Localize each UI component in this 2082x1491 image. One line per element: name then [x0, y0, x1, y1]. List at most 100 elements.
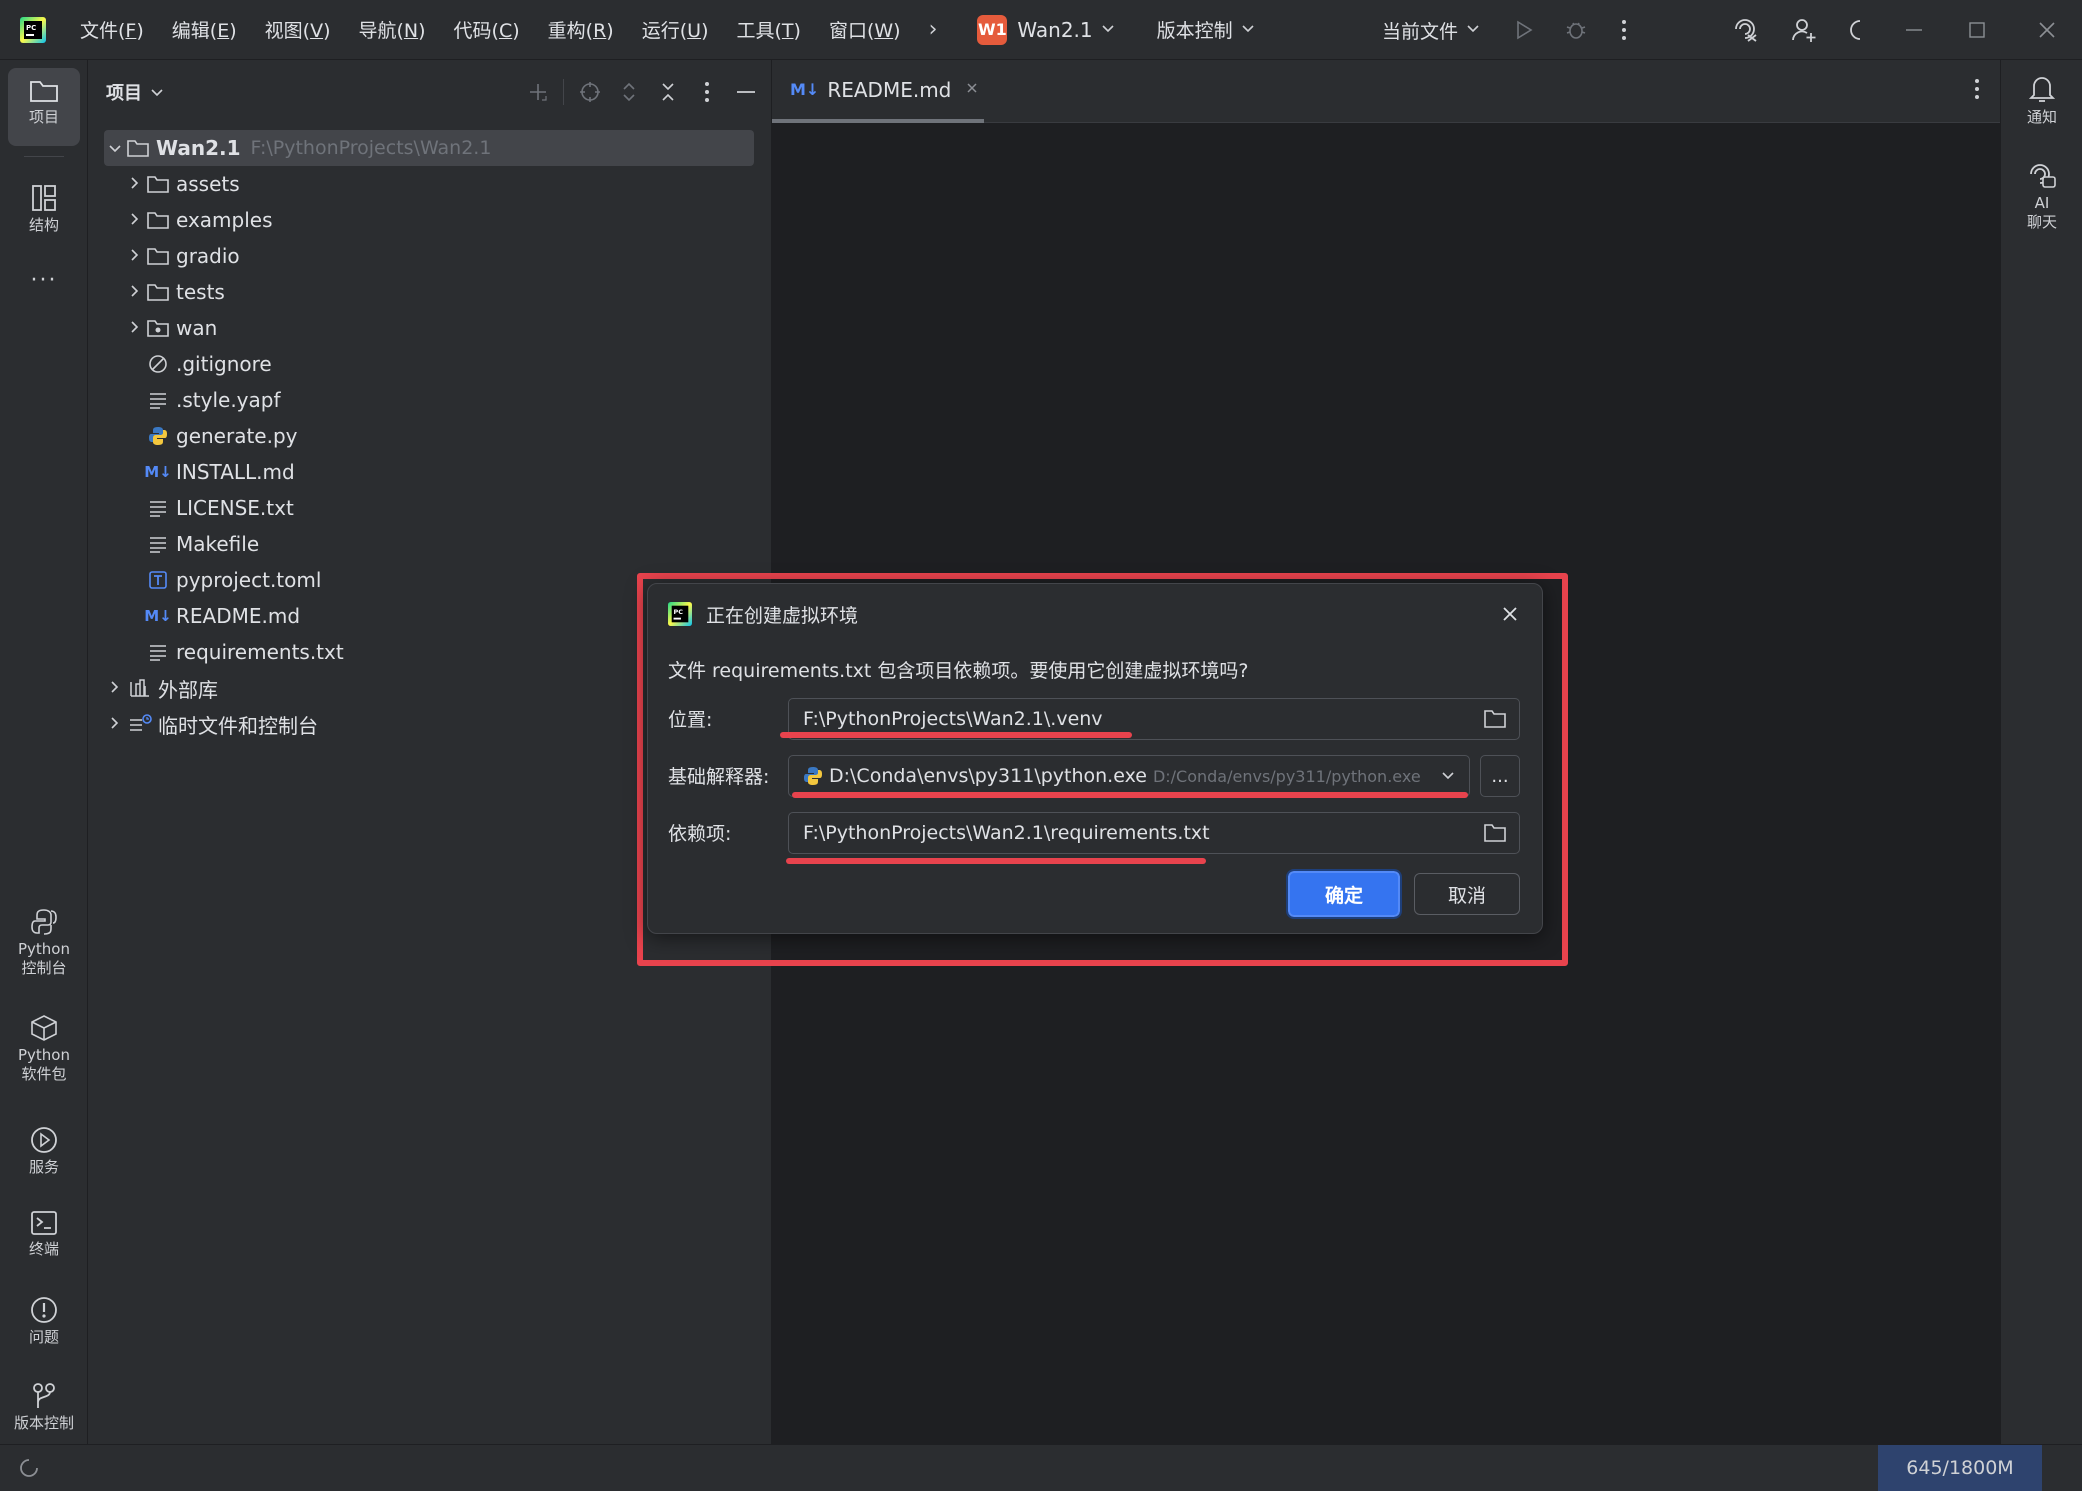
collapsed-chevron-icon[interactable] — [124, 247, 146, 266]
collapsed-chevron-icon[interactable] — [124, 319, 146, 338]
interpreter-value: D:\Conda\envs\py311\python.exe — [829, 765, 1147, 787]
hide-panel-icon[interactable] — [726, 72, 765, 112]
tree-item-license-txt[interactable]: LICENSE.txt — [146, 490, 294, 526]
expand-all-icon[interactable] — [609, 72, 648, 112]
run-config-selector[interactable]: 当前文件 — [1382, 17, 1458, 44]
collapsed-chevron-icon[interactable] — [124, 175, 146, 194]
dialog-close-icon[interactable] — [1492, 596, 1528, 632]
tool-ai-chat-button[interactable]: AI 聊天 — [2001, 162, 2082, 232]
project-selector-chevron-icon[interactable] — [1101, 22, 1115, 38]
tool-more-button[interactable]: ··· — [8, 268, 80, 308]
tool-project-button[interactable]: 项目 — [8, 68, 80, 146]
tree-item-requirements-txt[interactable]: requirements.txt — [146, 634, 344, 670]
panel-options-icon[interactable] — [687, 72, 726, 112]
tree-item-install-md[interactable]: M↓ INSTALL.md — [144, 454, 294, 490]
run-config-chevron-icon[interactable] — [1466, 22, 1480, 38]
new-file-icon[interactable] — [518, 72, 557, 112]
menu-item-n[interactable]: 导航(N) — [358, 16, 425, 43]
tree-item-gradio[interactable]: gradio — [124, 238, 240, 274]
interpreter-dropdown-chevron-icon[interactable] — [1441, 766, 1455, 785]
tool-project-label: 项目 — [28, 108, 59, 126]
vcs-selector[interactable]: 版本控制 — [1157, 16, 1233, 43]
tab-readme[interactable]: M↓ README.md — [772, 60, 984, 123]
pycharm-logo-icon: PC — [668, 602, 692, 626]
maximize-window-icon[interactable] — [1942, 10, 2012, 50]
tree-item-makefile[interactable]: Makefile — [146, 526, 259, 562]
add-user-icon[interactable] — [1784, 10, 1824, 50]
tree-item-label: wan — [176, 316, 218, 340]
locate-file-icon[interactable] — [570, 72, 609, 112]
memory-indicator[interactable]: 645/1800M — [1878, 1445, 2042, 1491]
title-bar: PC 文件(F) 编辑(E) 视图(V) 导航(N) 代码(C) 重构(R) 运行(U) 工具… — [0, 0, 2082, 60]
tool-notifications-button[interactable]: 通知 — [2001, 74, 2082, 127]
editor-tabs-more-icon[interactable] — [1974, 78, 1980, 106]
collapsed-chevron-icon[interactable] — [104, 679, 126, 698]
tree-item-gitignore[interactable]: .gitignore — [146, 346, 272, 382]
cancel-button[interactable]: 取消 — [1414, 873, 1520, 915]
ai-chat-icon — [2030, 164, 2056, 188]
tree-external-libraries[interactable]: 外部库 — [104, 670, 218, 706]
folder-icon — [146, 245, 170, 267]
interpreter-browse-button[interactable]: ... — [1480, 755, 1520, 797]
menu-item-f[interactable]: 文件(F) — [80, 16, 144, 43]
menu-item-e[interactable]: 编辑(E) — [172, 16, 237, 43]
tool-python-packages-button[interactable]: Python 软件包 — [8, 1008, 80, 1104]
annotation-underline-interpreter — [792, 792, 1468, 798]
tree-item-examples[interactable]: examples — [124, 202, 273, 238]
tool-python-console-label: Python 控制台 — [18, 940, 70, 977]
collapsed-chevron-icon[interactable] — [124, 211, 146, 230]
collapse-all-icon[interactable] — [648, 72, 687, 112]
menu-item-c[interactable]: 代码(C) — [454, 16, 520, 43]
more-actions-icon[interactable] — [1604, 10, 1644, 50]
tree-item-tests[interactable]: tests — [124, 274, 225, 310]
tree-item-assets[interactable]: assets — [124, 166, 240, 202]
expanded-chevron-icon[interactable] — [104, 139, 126, 158]
ok-button[interactable]: 确定 — [1286, 869, 1402, 919]
menu-item-t[interactable]: 工具(T) — [736, 16, 800, 43]
tool-vcs-button[interactable]: 版本控制 — [6, 1376, 82, 1450]
vcs-selector-chevron-icon[interactable] — [1241, 22, 1255, 38]
tool-problems-button[interactable]: 问题 — [8, 1290, 80, 1364]
tab-readme-label: README.md — [827, 77, 952, 102]
collapsed-chevron-icon[interactable] — [124, 283, 146, 302]
tool-structure-button[interactable]: 结构 — [8, 178, 80, 258]
browse-folder-icon[interactable] — [1483, 708, 1507, 735]
structure-icon — [32, 185, 56, 211]
tree-item-pyproject-toml[interactable]: pyproject.toml — [146, 562, 321, 598]
project-badge[interactable]: W1 — [977, 14, 1008, 45]
terminal-icon — [31, 1211, 57, 1235]
run-icon[interactable] — [1504, 10, 1544, 50]
tree-root-wan21[interactable]: Wan2.1 F:\PythonProjects\Wan2.1 — [104, 130, 754, 166]
tool-terminal-button[interactable]: 终端 — [8, 1204, 80, 1278]
dependencies-field[interactable]: F:\PythonProjects\Wan2.1\requirements.tx… — [788, 812, 1520, 854]
root-name: Wan2.1 — [156, 136, 241, 160]
folder-icon — [126, 137, 150, 159]
tree-item-readme-md[interactable]: M↓ README.md — [144, 598, 300, 634]
menu-item-v[interactable]: 视图(V) — [265, 16, 331, 43]
tab-close-icon[interactable] — [965, 79, 979, 100]
project-panel-title[interactable]: 项目 — [106, 79, 142, 105]
project-view-chevron-icon[interactable] — [150, 83, 164, 102]
tool-python-console-button[interactable]: Python 控制台 — [8, 902, 80, 998]
menu-item-u[interactable]: 运行(U) — [642, 16, 709, 43]
minimize-window-icon[interactable] — [1886, 10, 1942, 50]
theme-moon-icon[interactable] — [1836, 10, 1876, 50]
debug-icon[interactable] — [1556, 10, 1596, 50]
tool-vcs-label: 版本控制 — [13, 1414, 74, 1432]
tree-item-wan[interactable]: wan — [124, 310, 217, 346]
close-window-icon[interactable] — [2012, 10, 2082, 50]
project-selector-name[interactable]: Wan2.1 — [1017, 18, 1092, 42]
browse-folder-icon[interactable] — [1483, 822, 1507, 849]
menu-overflow-chevron-icon[interactable]: › — [929, 17, 938, 42]
tree-scratches-consoles[interactable]: 临时文件和控制台 — [104, 706, 318, 742]
pycharm-logo-icon[interactable]: PC — [20, 16, 46, 43]
menu-item-r[interactable]: 重构(R) — [548, 16, 614, 43]
interpreter-select[interactable]: D:\Conda\envs\py311\python.exe D:/Conda/… — [788, 755, 1470, 797]
tree-item-generate-py[interactable]: generate.py — [146, 418, 298, 454]
collapsed-chevron-icon[interactable] — [104, 715, 126, 734]
menu-item-w[interactable]: 窗口(W) — [829, 16, 901, 43]
folder-icon — [146, 209, 170, 231]
tool-services-button[interactable]: 服务 — [8, 1120, 80, 1194]
tree-item-style-yapf[interactable]: .style.yapf — [146, 382, 281, 418]
ai-assistant-icon[interactable] — [1726, 10, 1766, 50]
